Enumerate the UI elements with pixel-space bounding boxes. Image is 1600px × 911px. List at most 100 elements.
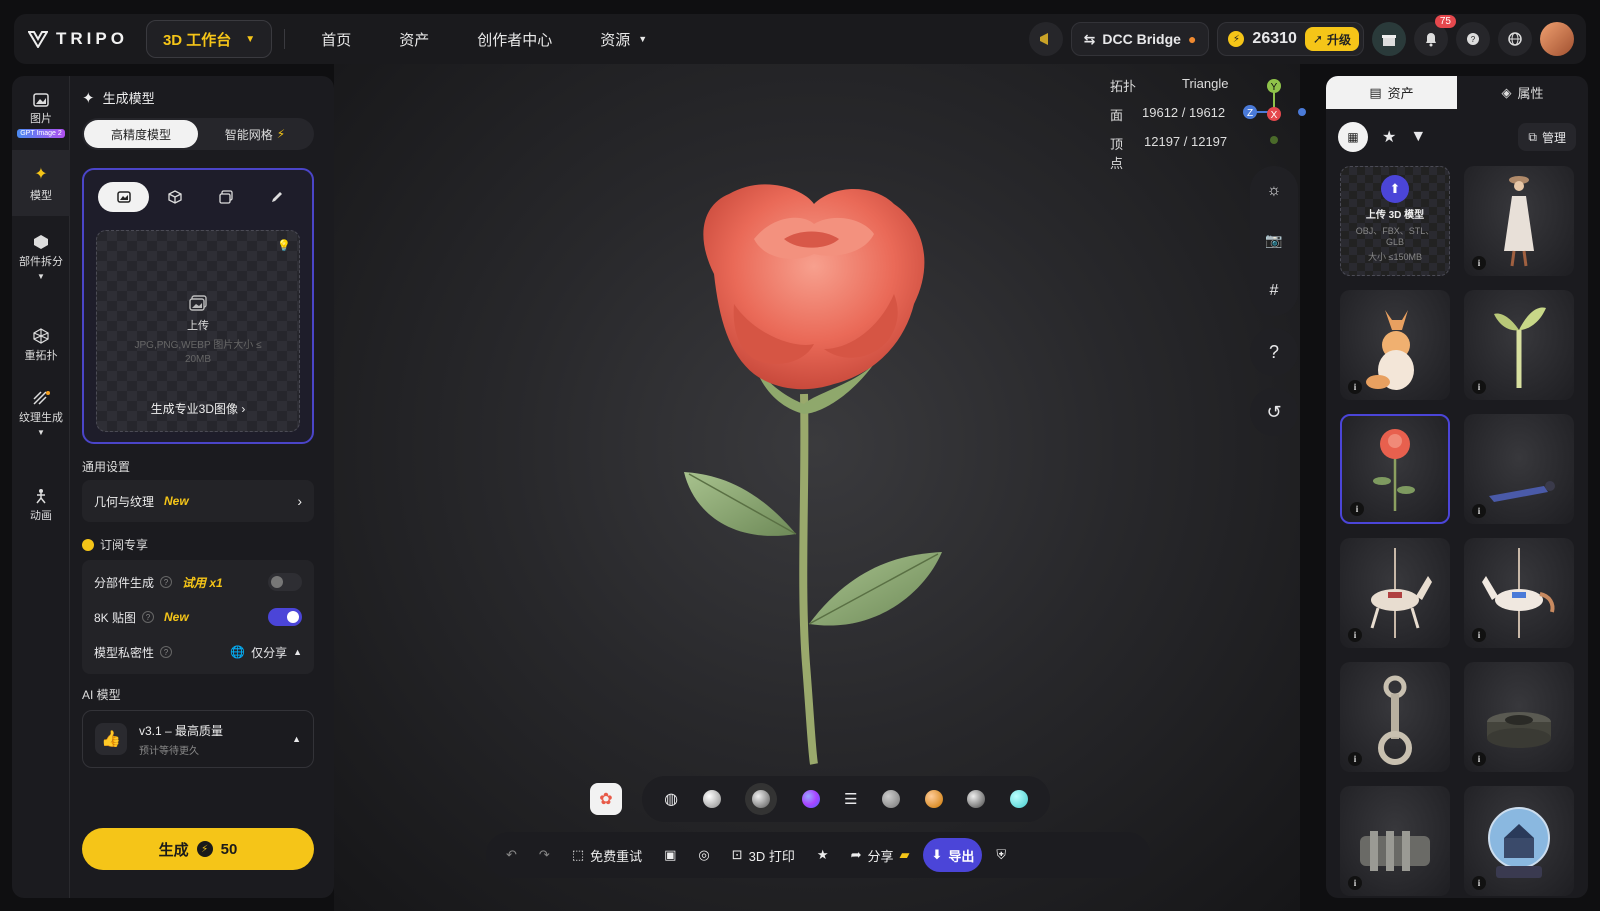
info-icon[interactable]: i [1472, 256, 1486, 270]
redo-button[interactable]: ↷ [531, 838, 558, 872]
orbit-button[interactable]: ◎ [690, 838, 717, 872]
asset-card[interactable]: i [1464, 662, 1574, 772]
upload-3d-model-card[interactable]: ⬆ 上传 3D 模型 OBJ、FBX、STL、GLB 大小 ≤150MB [1340, 166, 1450, 276]
clay-material-button[interactable] [702, 790, 721, 808]
asset-card[interactable]: i [1464, 786, 1574, 896]
info-icon[interactable]: i [1348, 752, 1362, 766]
texture-8k-toggle[interactable] [268, 608, 302, 626]
nav-creator-center[interactable]: 创作者中心 [477, 29, 552, 50]
upgrade-button[interactable]: ➚ 升级 [1304, 27, 1359, 51]
privacy-dropdown[interactable]: 🌐 仅分享 ▲ [230, 644, 302, 661]
pro-image-label: 生成专业3D图像 [150, 402, 238, 416]
asset-card[interactable]: i [1340, 290, 1450, 400]
user-avatar[interactable] [1540, 22, 1574, 56]
asset-card[interactable]: i [1464, 538, 1574, 648]
help-viewport-button[interactable]: ? [1250, 328, 1298, 376]
info-icon[interactable]: i [1472, 876, 1486, 890]
info-icon[interactable]: i [1472, 380, 1486, 394]
normal-material-button[interactable] [745, 783, 778, 815]
geometry-texture-row[interactable]: 几何与纹理 New › [82, 480, 314, 522]
grey-material-button[interactable] [882, 790, 901, 808]
filter-button[interactable]: ▼ [1410, 128, 1426, 146]
mode-high-precision[interactable]: 高精度模型 [84, 120, 198, 148]
tripo-logo[interactable]: TRIPO [28, 29, 128, 49]
privacy-value: 仅分享 [251, 645, 288, 660]
notifications-button[interactable]: 75 [1414, 15, 1456, 56]
axis-gizmo[interactable]: Y X Z [1238, 76, 1308, 146]
rail-item-retopology[interactable]: 重拓扑 [12, 328, 70, 368]
history-button[interactable]: ↺ [1250, 388, 1298, 436]
rail-item-part-split[interactable]: 部件拆分 ▼ [12, 234, 70, 304]
3d-print-button[interactable]: ⊡ 3D 打印 [724, 838, 803, 872]
tab-3d-input[interactable] [149, 182, 200, 212]
teal-material-button[interactable] [1009, 790, 1028, 808]
gold-material-button[interactable] [924, 790, 943, 808]
tab-properties[interactable]: ◈ 属性 [1457, 76, 1588, 109]
info-icon[interactable]: i [1472, 504, 1486, 518]
info-icon[interactable]: i [1472, 752, 1486, 766]
info-icon[interactable]: i [1348, 628, 1362, 642]
tab-sketch-input[interactable] [251, 182, 302, 212]
asset-card[interactable]: i [1464, 290, 1574, 400]
rainbow-material-button[interactable] [801, 790, 820, 808]
generate-pro-image-link[interactable]: 生成专业3D图像 › [97, 400, 299, 417]
share-button[interactable]: ➦ 分享 ▰ [843, 838, 918, 872]
reference-thumbnail[interactable]: ✿ [590, 783, 622, 815]
action-toolbar: ↶ ↷ ⬚ 免费重试 ▣ ◎ ⊡ 3D 打印 ★ ➦ 分享 ▰ ⬇ 导出 ⛨ [486, 832, 1150, 878]
export-label: 导出 [948, 848, 975, 864]
rail-item-animation[interactable]: 动画 [12, 488, 70, 528]
credits-display[interactable]: ⚡ 26310 ➚ 升级 [1217, 22, 1364, 56]
gift-button[interactable] [1372, 22, 1406, 56]
upload-model-title: 上传 3D 模型 [1365, 210, 1425, 221]
help-icon[interactable]: ? [142, 611, 155, 623]
grid-hash-button[interactable]: # [1270, 282, 1279, 300]
info-icon[interactable]: i [1348, 876, 1362, 890]
ai-model-selector[interactable]: 👍 v3.1 – 最高质量 预计等待更久 ▲ [82, 710, 314, 768]
sliders-button[interactable]: ☰ [844, 790, 857, 808]
info-icon[interactable]: i [1472, 628, 1486, 642]
grid-view-button[interactable]: ▦ [1338, 122, 1368, 152]
mode-smart-mesh[interactable]: 智能网格 ⚡ [198, 120, 312, 148]
asset-card[interactable]: i [1464, 414, 1574, 524]
info-icon[interactable]: i [1348, 380, 1362, 394]
chrome-material-button[interactable] [967, 790, 986, 808]
rail-item-texture[interactable]: 纹理生成 ▼ [12, 390, 70, 460]
dcc-bridge-button[interactable]: ⇆ DCC Bridge ● [1070, 22, 1210, 56]
manage-button[interactable]: ⧉ 管理 [1518, 123, 1576, 151]
tab-multi-image-input[interactable] [200, 182, 251, 212]
parts-toggle[interactable] [268, 573, 302, 591]
tab-assets[interactable]: ▤ 资产 [1326, 76, 1457, 109]
favorite-button[interactable]: ★ [809, 838, 837, 872]
language-button[interactable] [1498, 22, 1532, 56]
nav-home[interactable]: 首页 [321, 29, 351, 50]
gift-action-button[interactable]: ▣ [656, 838, 684, 872]
free-retry-button[interactable]: ⬚ 免费重试 [564, 838, 650, 872]
topology-label: 拓扑 [1110, 79, 1137, 94]
asset-card[interactable]: i [1464, 166, 1574, 276]
lighting-button[interactable]: ☼ [1267, 182, 1282, 200]
info-icon[interactable]: i [1350, 502, 1364, 516]
help-icon[interactable]: ? [160, 646, 173, 658]
help-icon[interactable]: ? [160, 576, 173, 588]
asset-card[interactable]: i [1340, 538, 1450, 648]
rail-item-image[interactable]: 图片 GPT Image 2 [12, 84, 70, 146]
shield-button[interactable]: ⛨ [988, 838, 1014, 872]
wireframe-globe-button[interactable]: ◍ [664, 789, 678, 809]
announcement-button[interactable] [1028, 22, 1063, 56]
tab-image-input[interactable] [98, 182, 149, 212]
rail-item-model[interactable]: ✦ 模型 [12, 150, 70, 216]
asset-card[interactable]: i [1340, 662, 1450, 772]
undo-button[interactable]: ↶ [498, 838, 525, 872]
nav-assets[interactable]: 资产 [399, 29, 429, 50]
camera-button[interactable]: 📷 [1265, 232, 1282, 249]
nav-resources[interactable]: 资源 ▼ [600, 29, 647, 50]
pencil-icon [271, 192, 282, 202]
help-button[interactable]: ? [1456, 22, 1490, 56]
asset-card[interactable]: i [1340, 786, 1450, 896]
export-button[interactable]: ⬇ 导出 [923, 838, 983, 872]
asset-card-selected[interactable]: i [1340, 414, 1450, 524]
generate-button[interactable]: 生成 ⚡ 50 [82, 828, 314, 870]
workspace-dropdown[interactable]: 3D 工作台 ▼ [145, 20, 273, 58]
star-filter-button[interactable]: ★ [1382, 127, 1396, 147]
image-dropzone[interactable]: 💡 上传 JPG,PNG,WEBP 图片大小 ≤ 20MB 生成专业3D图像 › [96, 230, 300, 432]
